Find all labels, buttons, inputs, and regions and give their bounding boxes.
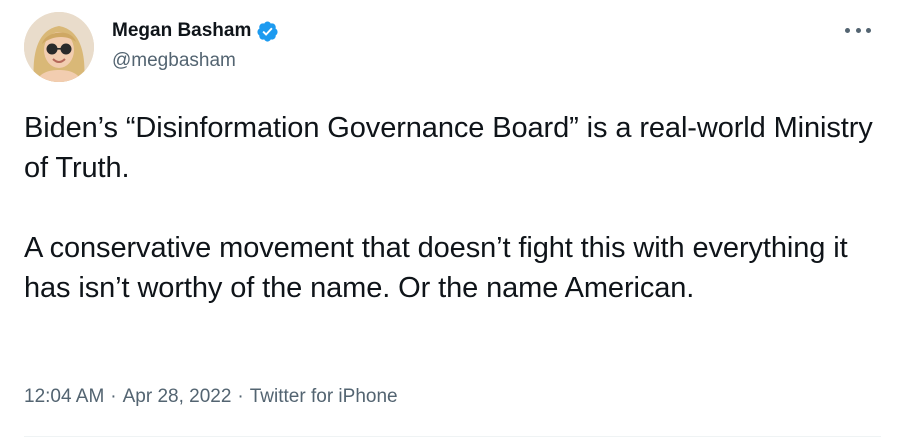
tweet-paragraph: A conservative movement that doesn’t fig…	[24, 232, 848, 304]
dot-icon	[866, 27, 871, 33]
dot-icon	[845, 27, 850, 33]
author-handle[interactable]: @megbasham	[112, 50, 236, 72]
tweet-metadata: 12:04 AM · Apr 28, 2022 · Twitter for iP…	[24, 386, 398, 408]
tweet-card: Megan Basham @megbasham Biden’s “Disinfo…	[0, 0, 905, 442]
tweet-source[interactable]: Twitter for iPhone	[250, 386, 398, 408]
meta-separator: ·	[237, 386, 244, 407]
avatar[interactable]	[24, 12, 94, 82]
tweet-date[interactable]: Apr 28, 2022	[123, 386, 232, 408]
avatar-image	[24, 12, 94, 82]
meta-separator: ·	[110, 386, 117, 407]
more-options-icon[interactable]	[843, 18, 873, 42]
display-name[interactable]: Megan Basham	[112, 20, 251, 42]
divider	[24, 436, 881, 437]
verified-badge-icon	[256, 20, 279, 43]
dot-icon	[855, 27, 861, 33]
author-name-row: Megan Basham	[112, 18, 279, 44]
tweet-time[interactable]: 12:04 AM	[24, 386, 104, 408]
tweet-text: Biden’s “Disinformation Governance Board…	[24, 108, 884, 308]
tweet-paragraph: Biden’s “Disinformation Governance Board…	[24, 112, 873, 184]
